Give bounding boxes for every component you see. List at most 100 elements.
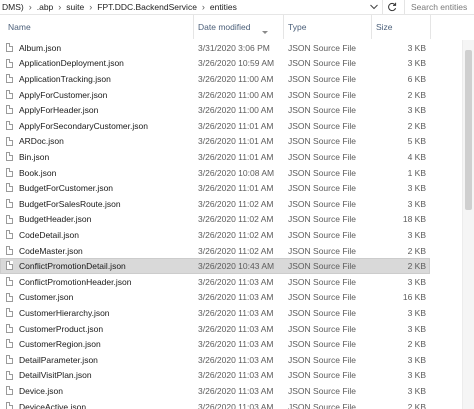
file-row[interactable]: DeviceActive.json 3/26/2020 11:03 AM JSON … bbox=[0, 399, 474, 409]
file-type: JSON Source File bbox=[288, 58, 357, 69]
file-row[interactable]: CustomerProduct.json 3/26/2020 11:03 AM JS… bbox=[0, 321, 474, 337]
breadcrumb-separator-icon[interactable]: › bbox=[55, 2, 64, 12]
breadcrumb-separator-icon[interactable]: › bbox=[26, 2, 35, 12]
json-file-icon bbox=[6, 355, 13, 364]
json-file-icon bbox=[6, 74, 13, 84]
file-row[interactable]: Album.json 3/31/2020 3:06 PM JSON Source F… bbox=[0, 40, 474, 56]
breadcrumb-item-dms[interactable]: DMS) bbox=[0, 2, 26, 12]
file-name: DetailVisitPlan.json bbox=[19, 370, 92, 381]
file-type: JSON Source File bbox=[288, 276, 357, 287]
file-row[interactable]: Customer.json 3/26/2020 11:03 AM JSON Sour… bbox=[0, 290, 474, 306]
file-row[interactable]: ApplicationTracking.json 3/26/2020 11:00 … bbox=[0, 71, 474, 87]
json-file-icon bbox=[6, 323, 13, 333]
json-file-icon bbox=[6, 339, 13, 349]
breadcrumb[interactable]: DMS) › .abp › suite › FPT.DDC.BackendSer… bbox=[0, 0, 378, 14]
file-size: 3 KB bbox=[407, 183, 426, 194]
file-name: ConflictPromotionDetail.json bbox=[19, 261, 126, 272]
file-date-modified: 3/26/2020 11:03 AM bbox=[198, 292, 274, 303]
file-row[interactable]: ApplyForHeader.json 3/26/2020 11:00 AM JSO… bbox=[0, 102, 474, 118]
file-date-modified: 3/26/2020 10:43 AM bbox=[198, 261, 275, 272]
file-size: 2 KB bbox=[407, 89, 426, 100]
file-size: 2 KB bbox=[407, 339, 426, 350]
file-row[interactable]: Device.json 3/26/2020 11:03 AM JSON Source… bbox=[0, 383, 474, 399]
file-type: JSON Source File bbox=[288, 105, 357, 116]
file-date-modified: 3/31/2020 3:06 PM bbox=[198, 42, 270, 53]
refresh-icon bbox=[388, 2, 397, 12]
vertical-scrollbar[interactable] bbox=[462, 40, 474, 409]
column-header-row: Name Date modified Type Size bbox=[0, 15, 474, 39]
file-date-modified: 3/26/2020 11:00 AM bbox=[198, 105, 274, 116]
file-row[interactable]: DetailVisitPlan.json 3/26/2020 11:03 AM JS… bbox=[0, 368, 474, 384]
file-name: Device.json bbox=[19, 385, 63, 396]
file-date-modified: 3/26/2020 11:03 AM bbox=[198, 354, 274, 365]
file-row[interactable]: ApplicationDeployment.json 3/26/2020 10:5… bbox=[0, 56, 474, 72]
json-file-icon bbox=[6, 292, 13, 302]
column-divider[interactable] bbox=[430, 15, 431, 39]
file-row[interactable]: CodeMaster.json 3/26/2020 11:02 AM JSON So… bbox=[0, 243, 474, 259]
scrollbar-thumb[interactable] bbox=[465, 50, 472, 210]
file-row[interactable]: BudgetHeader.json 3/26/2020 11:02 AM JSON … bbox=[0, 212, 474, 228]
json-file-icon bbox=[6, 136, 13, 146]
file-date-modified: 3/26/2020 11:01 AM bbox=[198, 151, 274, 162]
refresh-button[interactable] bbox=[382, 0, 401, 14]
file-size: 3 KB bbox=[407, 385, 426, 396]
file-type: JSON Source File bbox=[288, 292, 357, 303]
file-type: JSON Source File bbox=[288, 120, 357, 131]
file-row[interactable]: ARDoc.json 3/26/2020 11:01 AM JSON Source … bbox=[0, 134, 474, 150]
file-row[interactable]: BudgetForSalesRoute.json 3/26/2020 11:02 … bbox=[0, 196, 474, 212]
json-file-icon bbox=[6, 370, 13, 380]
file-date-modified: 3/26/2020 11:03 AM bbox=[198, 276, 274, 287]
file-name: Book.json bbox=[19, 167, 57, 178]
json-file-icon bbox=[6, 152, 13, 162]
file-type: JSON Source File bbox=[288, 401, 357, 409]
column-header-type[interactable]: Type bbox=[288, 15, 368, 39]
file-type: JSON Source File bbox=[288, 136, 357, 147]
column-divider[interactable] bbox=[371, 15, 372, 39]
column-header-date-modified[interactable]: Date modified bbox=[198, 15, 284, 39]
file-size: 2 KB bbox=[407, 401, 426, 409]
breadcrumb-item-abp[interactable]: .abp bbox=[35, 2, 56, 12]
column-header-name[interactable]: Name bbox=[8, 15, 188, 39]
file-row[interactable]: DetailParameter.json 3/26/2020 11:03 AM JS… bbox=[0, 352, 474, 368]
json-file-icon bbox=[6, 199, 13, 208]
file-row[interactable]: CodeDetail.json 3/26/2020 11:02 AM JSON So… bbox=[0, 227, 474, 243]
file-date-modified: 3/26/2020 11:00 AM bbox=[198, 89, 274, 100]
file-type: JSON Source File bbox=[288, 307, 357, 318]
file-date-modified: 3/26/2020 11:02 AM bbox=[198, 214, 274, 225]
file-type: JSON Source File bbox=[288, 385, 357, 396]
breadcrumb-item-suite[interactable]: suite bbox=[64, 2, 86, 12]
file-row[interactable]: ConflictPromotionHeader.json 3/26/2020 11… bbox=[0, 274, 474, 290]
file-name: CustomerRegion.json bbox=[19, 339, 101, 350]
file-name: ApplyForCustomer.json bbox=[19, 89, 108, 100]
breadcrumb-separator-icon[interactable]: › bbox=[86, 2, 95, 12]
chevron-down-icon[interactable] bbox=[368, 1, 380, 13]
file-row[interactable]: Bin.json 3/26/2020 11:01 AM JSON Source Fi… bbox=[0, 149, 474, 165]
file-size: 4 KB bbox=[407, 151, 426, 162]
json-file-icon bbox=[6, 121, 13, 130]
file-type: JSON Source File bbox=[288, 229, 357, 240]
file-date-modified: 3/26/2020 11:03 AM bbox=[198, 385, 274, 396]
breadcrumb-item-backendservice[interactable]: FPT.DDC.BackendService bbox=[95, 2, 199, 12]
column-divider[interactable] bbox=[283, 15, 284, 39]
file-row[interactable]: ConflictPromotionDetail.json 3/26/2020 10… bbox=[0, 258, 474, 274]
breadcrumb-item-entities[interactable]: entities bbox=[208, 2, 239, 12]
file-row[interactable]: Book.json 3/26/2020 10:08 AM JSON Source F… bbox=[0, 165, 474, 181]
file-type: JSON Source File bbox=[288, 370, 357, 381]
json-file-icon bbox=[6, 386, 13, 396]
file-row[interactable]: CustomerHierarchy.json 3/26/2020 11:03 AM… bbox=[0, 305, 474, 321]
breadcrumb-separator-icon[interactable]: › bbox=[199, 2, 208, 12]
file-row[interactable]: BudgetForCustomer.json 3/26/2020 11:01 AM… bbox=[0, 180, 474, 196]
column-header-size[interactable]: Size bbox=[376, 15, 426, 39]
json-file-icon bbox=[6, 401, 13, 409]
file-row[interactable]: CustomerRegion.json 3/26/2020 11:03 AM JSO… bbox=[0, 336, 474, 352]
file-name: DetailParameter.json bbox=[19, 354, 98, 365]
file-row[interactable]: ApplyForSecondaryCustomer.json 3/26/2020 … bbox=[0, 118, 474, 134]
file-type: JSON Source File bbox=[288, 183, 357, 194]
column-divider[interactable] bbox=[193, 15, 194, 39]
search-input[interactable]: Search entities bbox=[404, 0, 474, 14]
file-name: ConflictPromotionHeader.json bbox=[19, 276, 132, 287]
json-file-icon bbox=[6, 43, 13, 52]
file-name: Customer.json bbox=[19, 292, 74, 303]
file-size: 18 KB bbox=[402, 214, 426, 225]
file-row[interactable]: ApplyForCustomer.json 3/26/2020 11:00 AM J… bbox=[0, 87, 474, 103]
